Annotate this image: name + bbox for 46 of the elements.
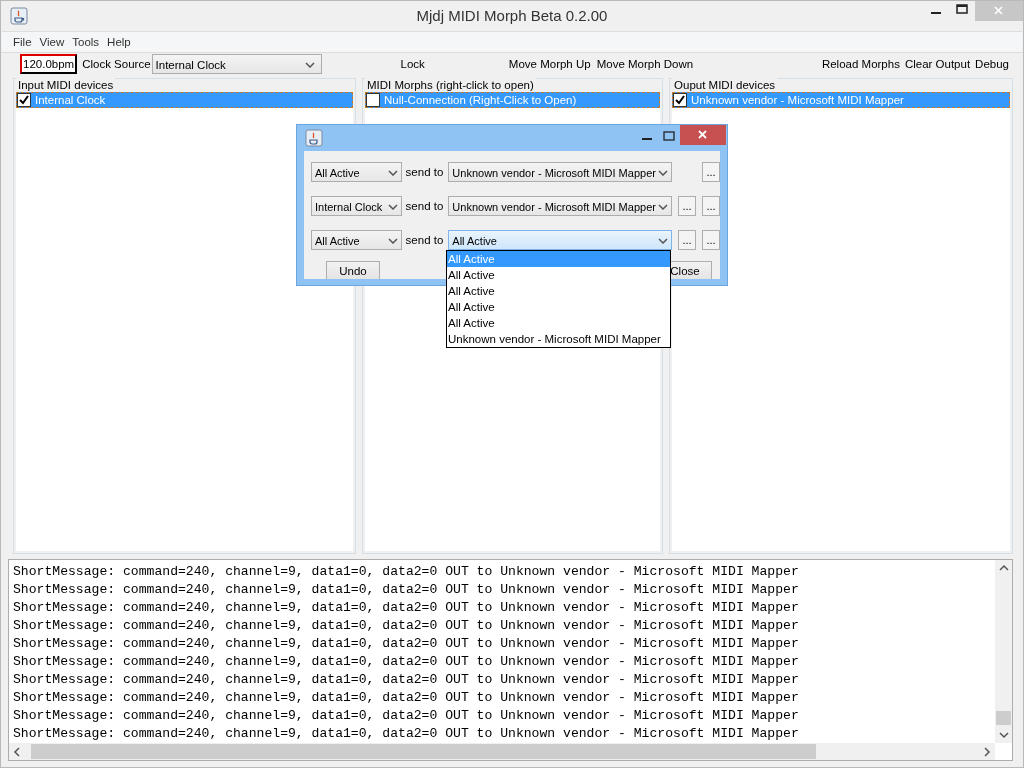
log-line: ShortMessage: command=240, channel=9, data1=0, data2=0 OUT to Unknown vendor - Microsoft MIDI Mapper [13, 599, 799, 617]
more-button[interactable]: ... [702, 162, 720, 182]
window-title: Mjdj MIDI Morph Beta 0.2.00 [416, 7, 608, 24]
log-line: ShortMessage: command=240, channel=9, data1=0, data2=0 OUT to Unknown vendor - Microsoft MIDI Mapper [13, 689, 799, 707]
toolbar-button[interactable]: Lock [400, 58, 425, 70]
log-line: ShortMessage: command=240, channel=9, data1=0, data2=0 OUT to Unknown vendor - Microsoft MIDI Mapper [13, 725, 799, 743]
log-line: ShortMessage: command=240, channel=9, data1=0, data2=0 OUT to Unknown vendor - Microsoft MIDI Mapper [13, 635, 799, 653]
toolbar-button[interactable]: Debug [975, 58, 1009, 70]
log-line: ShortMessage: command=240, channel=9, data1=0, data2=0 OUT to Unknown vendor - Microsoft MIDI Mapper [13, 617, 799, 635]
more-button[interactable]: ... [678, 196, 696, 216]
dropdown-option[interactable]: All Active [447, 299, 670, 315]
panel-title: Ouput MIDI devices [672, 78, 778, 92]
log-line: ShortMessage: command=240, channel=9, data1=0, data2=0 OUT to Unknown vendor - Microsoft MIDI Mapper [13, 653, 799, 671]
source-dropdown[interactable]: All Active [311, 162, 402, 182]
target-dropdown[interactable]: Unknown vendor - Microsoft MIDI Mapper [448, 162, 673, 182]
menu-item[interactable]: Tools [72, 36, 100, 48]
log-line: ShortMessage: command=240, channel=9, data1=0, data2=0 OUT to Unknown vendor - Microsoft MIDI Mapper [13, 581, 799, 599]
target-dropdown[interactable]: All Active [448, 230, 673, 250]
log-line: ShortMessage: command=240, channel=9, data1=0, data2=0 OUT to Unknown vendor - Microsoft MIDI Mapper [13, 707, 799, 725]
panel-title: Input MIDI devices [16, 78, 116, 92]
more-button[interactable]: ... [702, 196, 720, 216]
dropdown-option[interactable]: Unknown vendor - Microsoft MIDI Mapper [447, 331, 670, 347]
send-to-label: send to [405, 166, 444, 178]
panel-title: MIDI Morphs (right-click to open) [364, 78, 536, 92]
dropdown-option[interactable]: All Active [447, 283, 670, 299]
log-line: ShortMessage: command=240, channel=9, data1=0, data2=0 OUT to Unknown vendor - Microsoft MIDI Mapper [13, 671, 799, 689]
menu-item[interactable]: File [13, 36, 32, 48]
clock-source-label: Clock Source [82, 58, 151, 70]
dialog-button[interactable]: Undo [326, 261, 380, 279]
toolbar-button[interactable]: Clear Output [904, 58, 971, 70]
source-dropdown[interactable]: All Active [311, 230, 402, 250]
toolbar-button[interactable]: Move Morph Down [596, 58, 694, 70]
log-line: ShortMessage: command=240, channel=9, data1=0, data2=0 OUT to Unknown vendor - Microsoft MIDI Mapper [13, 563, 799, 581]
toolbar-button[interactable]: Move Morph Up [508, 58, 591, 70]
source-dropdown[interactable]: Internal Clock [311, 196, 402, 216]
bpm-field[interactable]: 120.0bpm [20, 54, 78, 74]
send-to-label: send to [405, 234, 444, 246]
dropdown-option[interactable]: All Active [447, 315, 670, 331]
toolbar-button[interactable]: Reload Morphs [821, 58, 900, 70]
menu-item[interactable]: Help [107, 36, 131, 48]
more-button[interactable]: ... [702, 230, 720, 250]
send-to-label: send to [405, 200, 444, 212]
menu-item[interactable]: View [39, 36, 65, 48]
clock-source-dropdown[interactable]: Internal Clock [151, 54, 322, 74]
target-dropdown[interactable]: Unknown vendor - Microsoft MIDI Mapper [448, 196, 673, 216]
more-button[interactable]: ... [678, 230, 696, 250]
